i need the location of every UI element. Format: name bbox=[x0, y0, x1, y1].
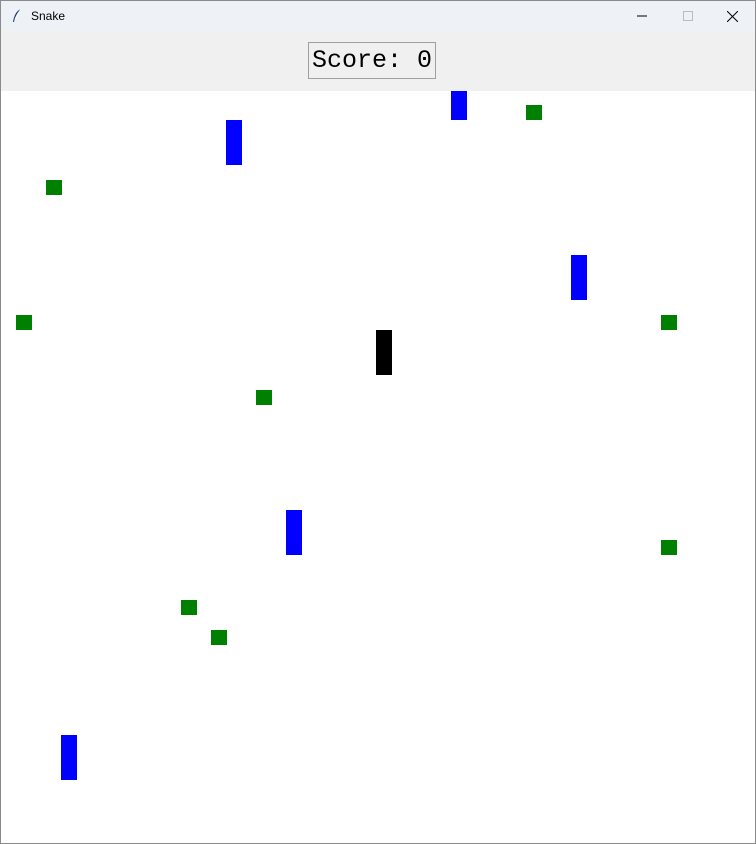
close-button[interactable] bbox=[709, 1, 755, 31]
close-icon bbox=[726, 10, 738, 22]
obstacle bbox=[286, 510, 302, 555]
obstacle bbox=[451, 91, 467, 120]
food bbox=[526, 105, 542, 120]
score-display: Score: 0 bbox=[308, 42, 437, 79]
game-canvas[interactable] bbox=[1, 91, 755, 843]
food bbox=[181, 600, 197, 615]
obstacle bbox=[571, 255, 587, 300]
obstacle bbox=[226, 120, 242, 165]
score-label: Score: bbox=[312, 46, 403, 75]
title-bar[interactable]: Snake bbox=[1, 1, 755, 31]
snake bbox=[376, 330, 392, 375]
food bbox=[211, 630, 227, 645]
food bbox=[46, 180, 62, 195]
food bbox=[16, 315, 32, 330]
minimize-button[interactable] bbox=[619, 1, 665, 31]
food bbox=[256, 390, 272, 405]
minimize-icon bbox=[637, 15, 647, 17]
maximize-icon bbox=[683, 11, 693, 21]
window-title: Snake bbox=[31, 9, 66, 23]
maximize-button[interactable] bbox=[665, 1, 711, 31]
game-window: Snake Score: 0 bbox=[0, 0, 756, 844]
score-bar: Score: 0 bbox=[1, 31, 755, 91]
obstacle bbox=[61, 735, 77, 780]
food bbox=[661, 315, 677, 330]
score-value: 0 bbox=[417, 46, 433, 75]
feather-icon bbox=[13, 8, 22, 22]
food bbox=[661, 540, 677, 555]
